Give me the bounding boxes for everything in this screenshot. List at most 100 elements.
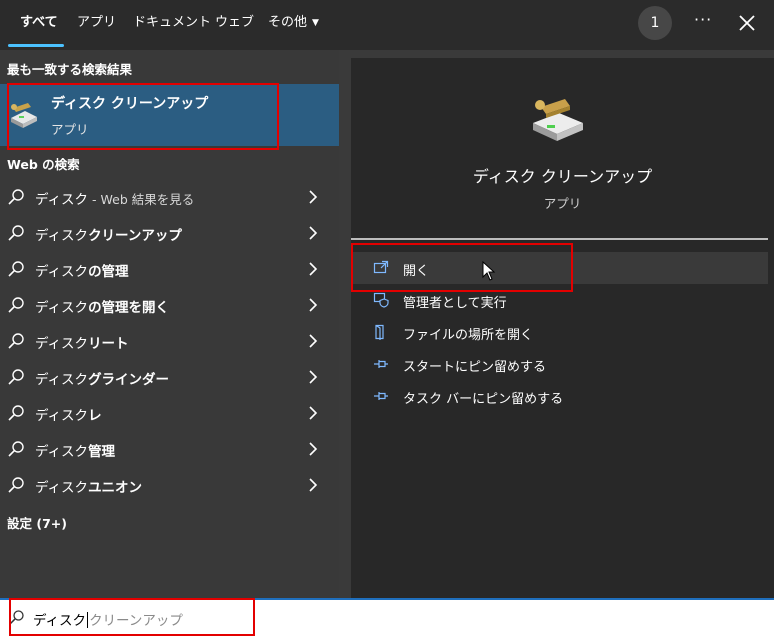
web-result-item[interactable]: ディスクグラインダー bbox=[0, 360, 339, 394]
chevron-right-icon[interactable] bbox=[307, 189, 319, 205]
web-search-header: Web の検索 bbox=[7, 157, 80, 172]
tab-all[interactable]: すべて bbox=[20, 0, 58, 50]
action-label: 開く bbox=[403, 264, 430, 279]
close-icon[interactable] bbox=[736, 7, 758, 37]
web-result-label: ディスクユニオン bbox=[35, 476, 142, 496]
query-part: ディスク bbox=[35, 300, 89, 316]
disk-cleanup-icon bbox=[11, 103, 37, 128]
web-result-label: ディスクグラインダー bbox=[35, 368, 169, 388]
tab-label: すべて bbox=[20, 15, 58, 30]
chevron-right-icon[interactable] bbox=[307, 333, 319, 349]
chevron-right-icon[interactable] bbox=[307, 261, 319, 277]
active-tab-indicator bbox=[8, 44, 64, 47]
pin-to-start-action[interactable]: スタートにピン留めする bbox=[351, 348, 768, 380]
web-result-item[interactable]: ディスクの管理 bbox=[0, 252, 339, 286]
best-match-item[interactable]: ディスク クリーンアップ アプリ bbox=[0, 84, 339, 146]
web-result-hint: - Web 結果を見る bbox=[88, 192, 195, 207]
query-part: ディスク bbox=[35, 228, 89, 244]
preview-pane: ディスク クリーンアップ アプリ 開く 管理者として実行 ファイルの場所を開く … bbox=[351, 58, 774, 598]
web-result-item[interactable]: ディスククリーンアップ bbox=[0, 216, 339, 250]
action-label: ファイルの場所を開く bbox=[403, 328, 534, 343]
run-as-admin-action[interactable]: 管理者として実行 bbox=[351, 284, 768, 316]
search-input[interactable]: ディスク クリーンアップ bbox=[33, 609, 183, 629]
tab-apps[interactable]: アプリ bbox=[77, 0, 116, 50]
chevron-right-icon[interactable] bbox=[307, 225, 319, 241]
suggestion-part: の管理を開く bbox=[88, 300, 170, 316]
search-icon bbox=[8, 261, 24, 277]
web-result-item[interactable]: ディスクユニオン bbox=[0, 468, 339, 502]
suggestion-part: リート bbox=[88, 336, 129, 352]
suggestion-part: ユニオン bbox=[88, 480, 143, 496]
best-match-header: 最も一致する検索結果 bbox=[7, 62, 133, 77]
tab-label: その他 bbox=[268, 15, 308, 30]
search-box[interactable]: ディスク クリーンアップ bbox=[0, 598, 774, 636]
query-part: ディスク bbox=[35, 480, 89, 496]
text-caret bbox=[87, 612, 89, 628]
search-icon bbox=[8, 189, 24, 205]
badge-count: 1 bbox=[650, 15, 660, 31]
query-part: ディスク bbox=[35, 192, 89, 208]
query-part: ディスク bbox=[35, 408, 89, 424]
tab-more[interactable]: その他 ▼ bbox=[268, 0, 319, 50]
web-result-item[interactable]: ディスク管理 bbox=[0, 432, 339, 466]
web-result-label: ディスククリーンアップ bbox=[35, 224, 182, 244]
tab-label: ドキュメント bbox=[133, 15, 212, 30]
search-icon bbox=[8, 225, 24, 241]
app-title: ディスク クリーンアップ bbox=[472, 167, 653, 186]
settings-header: 設定 (7+) bbox=[7, 516, 67, 531]
web-result-label: ディスクの管理を開く bbox=[35, 296, 169, 316]
query-part: ディスク bbox=[35, 336, 89, 352]
results-pane: 最も一致する検索結果 ディスク クリーンアップ アプリ Web の検索 ディスク… bbox=[0, 50, 339, 598]
web-result-label: ディスク管理 bbox=[35, 440, 115, 460]
tab-documents[interactable]: ドキュメント bbox=[133, 0, 211, 50]
more-options-button[interactable]: ··· bbox=[694, 10, 712, 29]
open-file-location-action[interactable]: ファイルの場所を開く bbox=[351, 316, 768, 348]
web-result-item[interactable]: ディスクの管理を開く bbox=[0, 288, 339, 322]
pin-icon bbox=[374, 392, 388, 400]
search-icon bbox=[8, 405, 24, 421]
web-result-item[interactable]: ディスクリート bbox=[0, 324, 339, 358]
web-result-item[interactable]: ディスクレ bbox=[0, 396, 339, 430]
chevron-right-icon[interactable] bbox=[307, 297, 319, 313]
search-icon bbox=[8, 297, 24, 313]
search-autocomplete-suggestion: クリーンアップ bbox=[89, 613, 183, 629]
rewards-badge[interactable]: 1 bbox=[638, 6, 672, 40]
chevron-right-icon[interactable] bbox=[307, 477, 319, 493]
suggestion-part: レ bbox=[88, 408, 102, 424]
search-icon bbox=[8, 333, 24, 349]
tab-label: アプリ bbox=[77, 15, 117, 30]
top-bar: すべて アプリ ドキュメント ウェブ その他 ▼ 1 ··· bbox=[0, 0, 774, 50]
action-label: タスク バーにピン留めする bbox=[403, 392, 564, 407]
action-label: 管理者として実行 bbox=[403, 296, 507, 311]
action-label: スタートにピン留めする bbox=[403, 360, 547, 375]
tab-web[interactable]: ウェブ bbox=[215, 0, 254, 50]
pin-icon bbox=[374, 360, 388, 368]
web-result-label: ディスクの管理 bbox=[35, 260, 129, 280]
best-match-type: アプリ bbox=[51, 122, 89, 137]
query-part: ディスク bbox=[35, 264, 89, 280]
divider bbox=[351, 238, 768, 240]
admin-shield-icon bbox=[373, 292, 389, 308]
suggestion-part: の管理 bbox=[88, 264, 129, 280]
open-icon bbox=[373, 260, 389, 274]
chevron-right-icon[interactable] bbox=[307, 405, 319, 421]
open-action[interactable]: 開く bbox=[351, 252, 768, 284]
pin-to-taskbar-action[interactable]: タスク バーにピン留めする bbox=[351, 380, 768, 412]
search-icon bbox=[8, 477, 24, 493]
disk-cleanup-large-icon bbox=[533, 99, 583, 141]
query-part: ディスク bbox=[35, 372, 89, 388]
suggestion-part: クリーンアップ bbox=[88, 228, 182, 244]
best-match-title: ディスク クリーンアップ bbox=[51, 96, 209, 112]
web-result-label: ディスクリート bbox=[35, 332, 129, 352]
mouse-cursor-icon bbox=[482, 261, 496, 281]
tab-label: ウェブ bbox=[215, 15, 255, 30]
search-icon bbox=[8, 369, 24, 385]
chevron-right-icon[interactable] bbox=[307, 441, 319, 457]
web-result-item[interactable]: ディスク - Web 結果を見る bbox=[0, 180, 339, 214]
query-part: ディスク bbox=[35, 444, 89, 460]
file-location-icon bbox=[375, 324, 384, 340]
chevron-down-icon: ▼ bbox=[312, 18, 319, 28]
suggestion-part: グラインダー bbox=[88, 372, 170, 388]
chevron-right-icon[interactable] bbox=[307, 369, 319, 385]
suggestion-part: 管理 bbox=[88, 444, 116, 460]
